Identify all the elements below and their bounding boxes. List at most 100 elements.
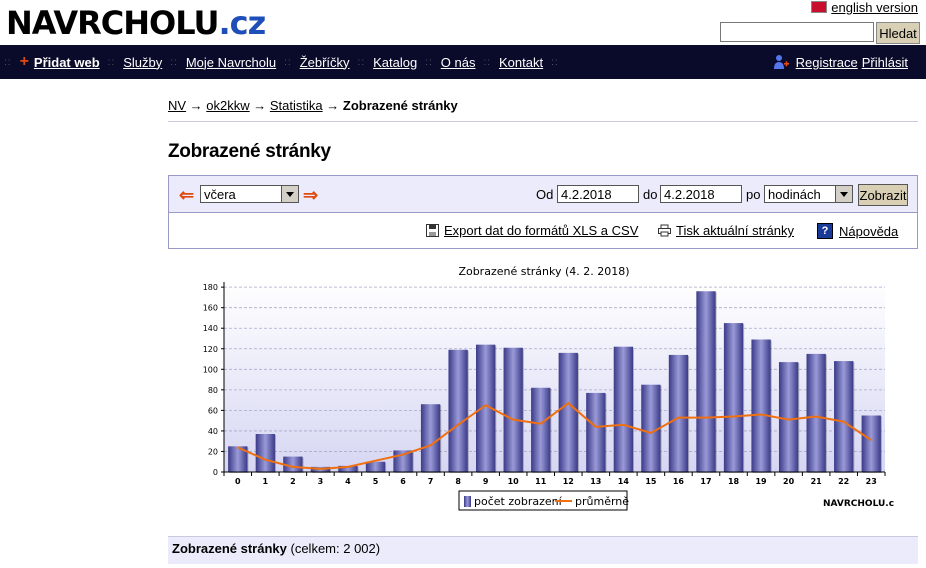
bar xyxy=(586,392,606,472)
register-link[interactable]: Registrace xyxy=(796,55,858,70)
help-tool[interactable]: ? Nápověda xyxy=(817,223,898,239)
x-tick-label: 4 xyxy=(345,477,351,486)
chart-title: Zobrazené stránky (4. 2. 2018) xyxy=(458,265,629,278)
user-add-icon xyxy=(773,55,789,69)
print-tool[interactable]: Tisk aktuální stránky xyxy=(658,223,794,238)
export-link[interactable]: Export dat do formátů XLS a CSV xyxy=(444,223,638,238)
y-axis: 0 20 40 60 80 100 120 140 160 180 xyxy=(203,282,225,477)
period-select-value: včera xyxy=(204,187,236,202)
dropdown-icon xyxy=(281,186,298,202)
x-tick-label: 23 xyxy=(866,477,877,486)
nav-separator: :: xyxy=(170,56,178,68)
x-tick-label: 9 xyxy=(483,477,489,486)
period-select[interactable]: včera xyxy=(200,185,299,203)
x-tick-label: 6 xyxy=(400,477,406,486)
nav-separator: :: xyxy=(425,56,433,68)
x-tick-label: 3 xyxy=(318,477,324,486)
y-tick-label: 40 xyxy=(208,427,218,436)
divider xyxy=(168,121,918,122)
granularity-select[interactable]: hodinách xyxy=(764,185,853,203)
printer-icon xyxy=(658,224,671,237)
legend: počet zobrazení průměrně xyxy=(458,490,629,511)
login-link[interactable]: Přihlásit xyxy=(862,55,908,70)
save-icon xyxy=(426,224,439,237)
bar xyxy=(503,347,523,472)
logo-suffix: .cz xyxy=(218,4,266,42)
english-version-link[interactable]: english version xyxy=(831,0,918,15)
summary-label: Zobrazené stránky xyxy=(172,541,287,556)
nav-catalog[interactable]: Katalog xyxy=(373,55,417,70)
x-tick-label: 16 xyxy=(673,477,685,486)
search-button[interactable]: Hledat xyxy=(876,22,920,44)
bar xyxy=(448,349,468,472)
breadcrumb: NV → ok2kkw → Statistika → Zobrazené str… xyxy=(168,98,458,113)
nav-add-web-link[interactable]: Přidat web xyxy=(34,55,100,70)
bar xyxy=(558,352,578,472)
summary-bar: Zobrazené stránky (celkem: 2 002) xyxy=(168,536,918,564)
next-arrow-icon[interactable]: ⇒ xyxy=(303,185,318,206)
bar xyxy=(696,291,716,472)
nav-my-navrcholu[interactable]: Moje Navrcholu xyxy=(186,55,276,70)
y-tick-label: 140 xyxy=(203,324,218,333)
export-tool[interactable]: Export dat do formátů XLS a CSV xyxy=(426,223,638,238)
logo-text: NAVRCHOLU xyxy=(6,4,219,42)
summary-detail: (celkem: 2 002) xyxy=(290,541,381,556)
show-button[interactable]: Zobrazit xyxy=(858,184,908,206)
nav-add-web[interactable]: + Přidat web xyxy=(20,53,100,71)
breadcrumb-nv[interactable]: NV xyxy=(168,98,186,113)
nav-services[interactable]: Služby xyxy=(123,55,162,70)
bar xyxy=(613,346,633,472)
x-tick-label: 8 xyxy=(455,477,461,486)
y-tick-label: 100 xyxy=(203,365,218,374)
main-navbar: :: + Přidat web :: Služby :: Moje Navrcho… xyxy=(0,45,926,79)
nav-separator: :: xyxy=(357,56,366,68)
breadcrumb-site[interactable]: ok2kkw xyxy=(206,98,249,113)
bar xyxy=(531,387,551,472)
x-tick-label: 22 xyxy=(838,477,849,486)
bar xyxy=(861,415,881,472)
bar xyxy=(778,362,799,472)
legend-bar-label: počet zobrazení xyxy=(474,495,563,508)
site-logo[interactable]: NAVRCHOLU.cz xyxy=(6,4,266,42)
x-tick-label: 15 xyxy=(645,477,657,486)
chart-watermark: NAVRCHOLU.cz xyxy=(823,499,894,509)
bar xyxy=(668,354,689,472)
nav-rankings[interactable]: Žebříčky xyxy=(300,55,350,70)
nav-contact[interactable]: Kontakt xyxy=(499,55,543,70)
y-tick-label: 20 xyxy=(208,447,218,456)
previous-arrow-icon[interactable]: ⇐ xyxy=(179,185,194,206)
x-tick-label: 18 xyxy=(728,477,740,486)
x-tick-label: 13 xyxy=(590,477,601,486)
x-tick-label: 2 xyxy=(290,477,296,486)
language-switch[interactable]: english version xyxy=(811,0,918,15)
x-tick-label: 12 xyxy=(563,477,574,486)
uk-flag-icon xyxy=(811,1,828,13)
from-date-input[interactable]: 4.2.2018 xyxy=(557,185,639,203)
bar xyxy=(255,434,275,472)
print-link[interactable]: Tisk aktuální stránky xyxy=(676,223,794,238)
x-axis: 0 1 2 3 4 5 6 7 8 9 10 11 12 13 14 15 16 17 18 19 20 21 22 23 xyxy=(223,471,886,486)
search-input[interactable] xyxy=(720,22,874,42)
account-links: Registrace Přihlásit xyxy=(773,54,908,70)
x-tick-label: 14 xyxy=(618,477,630,486)
x-tick-label: 11 xyxy=(535,477,547,486)
x-tick-label: 17 xyxy=(700,477,711,486)
nav-about[interactable]: O nás xyxy=(441,55,476,70)
plus-icon: + xyxy=(19,53,29,70)
bar xyxy=(751,339,771,472)
x-tick-label: 0 xyxy=(235,477,241,486)
legend-line-label: průměrně xyxy=(575,495,629,508)
pageviews-chart: Zobrazené stránky (4. 2. 2018) 020406080… xyxy=(203,265,894,511)
nav-separator: :: xyxy=(4,56,12,68)
filter-row: ⇐ včera ⇒ Od 4.2.2018 do 4.2.2018 po hod… xyxy=(169,176,917,213)
x-tick-label: 21 xyxy=(811,477,823,486)
by-label: po xyxy=(746,187,761,202)
breadcrumb-stats[interactable]: Statistika xyxy=(270,98,323,113)
bar xyxy=(723,323,744,472)
nav-separator: :: xyxy=(483,56,492,68)
x-tick-label: 7 xyxy=(428,477,434,486)
to-date-input[interactable]: 4.2.2018 xyxy=(660,185,742,203)
bar xyxy=(834,361,854,472)
help-link[interactable]: Nápověda xyxy=(839,224,898,239)
x-tick-label: 1 xyxy=(263,477,269,486)
